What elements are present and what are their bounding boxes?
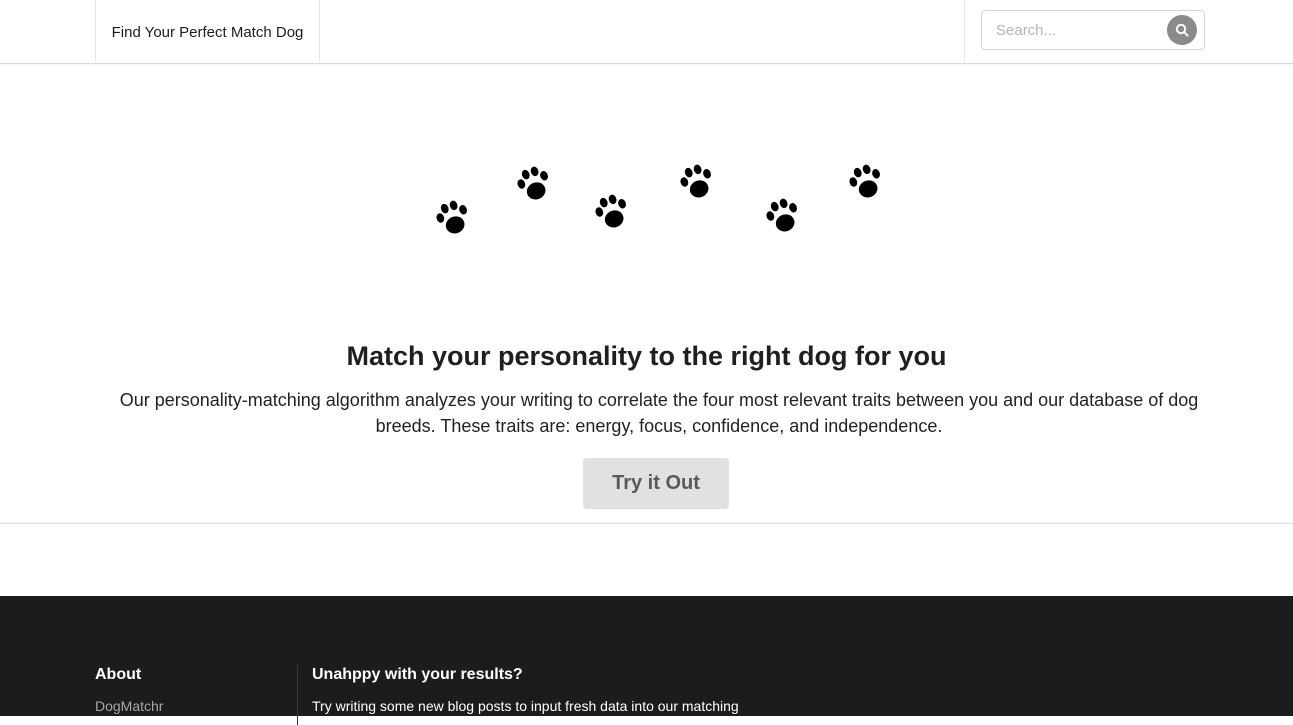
paw-print-icon xyxy=(436,200,467,234)
footer-results-heading: Unahppy with your results? xyxy=(312,666,523,683)
hero-description: Our personality-matching algorithm analy… xyxy=(119,390,1199,436)
paw-prints-illustration xyxy=(420,150,900,250)
paw-print-icon xyxy=(595,194,626,228)
footer: About DogMatchr Unahppy with your result… xyxy=(0,596,1293,725)
footer-results-text: Try writing some new blog posts to input… xyxy=(312,698,739,714)
footer-results-column: Unahppy with your results? Try writing s… xyxy=(297,665,1012,725)
try-it-out-button[interactable]: Try it Out xyxy=(583,458,729,509)
footer-about-heading: About xyxy=(95,666,142,683)
paw-print-icon xyxy=(680,164,711,198)
paw-print-icon xyxy=(517,166,548,200)
nav-link-find-match[interactable]: Find Your Perfect Match Dog xyxy=(95,0,320,64)
nav-link-label: Find Your Perfect Match Dog xyxy=(111,23,304,41)
search-button[interactable] xyxy=(1167,15,1197,45)
paw-print-icon xyxy=(849,164,880,198)
paw-print-icon xyxy=(766,198,797,232)
footer-about-column: About DogMatchr xyxy=(95,665,295,715)
search-input[interactable] xyxy=(982,11,1162,49)
hero-title: Match your personality to the right dog … xyxy=(346,341,947,371)
top-navbar: Find Your Perfect Match Dog xyxy=(0,0,1293,64)
footer-link-dogmatchr[interactable]: DogMatchr xyxy=(95,697,295,715)
search-icon xyxy=(1175,23,1189,37)
search-box xyxy=(981,10,1205,50)
section-divider xyxy=(0,523,1293,524)
